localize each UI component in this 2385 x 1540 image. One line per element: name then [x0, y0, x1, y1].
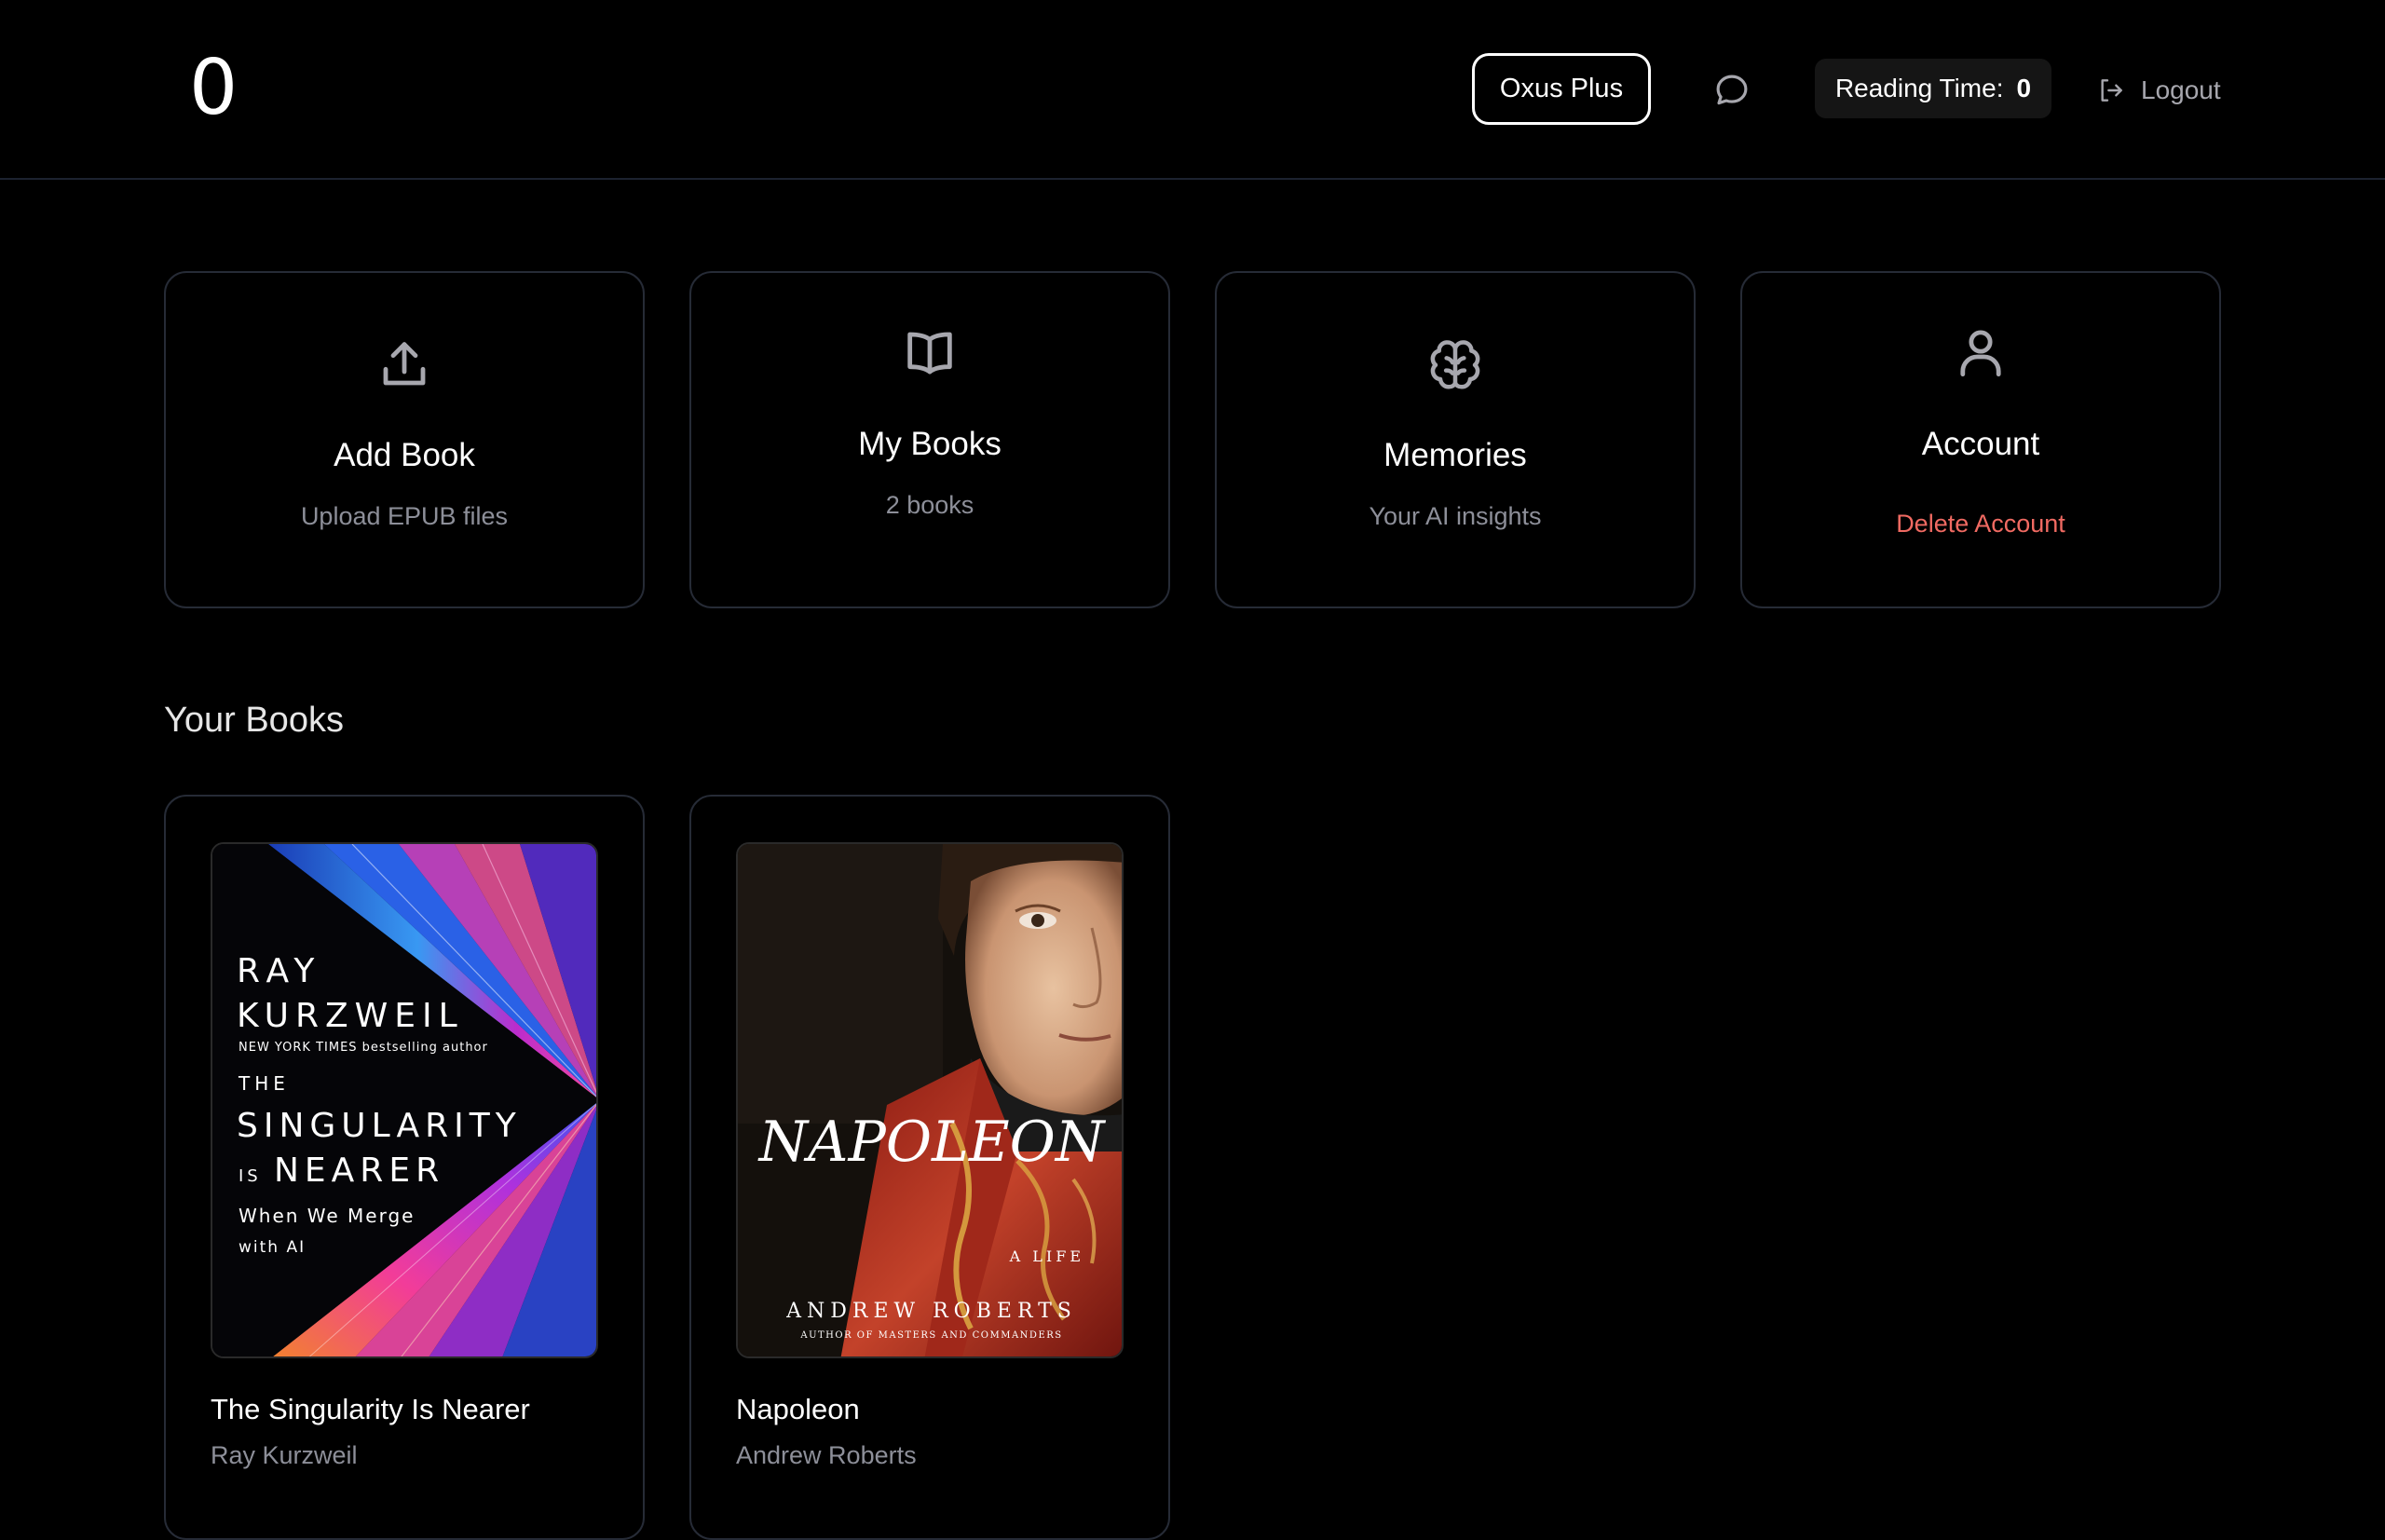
your-books-heading: Your Books — [164, 701, 344, 740]
book-cover-singularity[interactable]: RAY KURZWEIL NEW YORK TIMES bestselling … — [211, 842, 598, 1358]
add-book-subtitle: Upload EPUB files — [300, 502, 509, 530]
book-card-singularity[interactable]: RAY KURZWEIL NEW YORK TIMES bestselling … — [164, 795, 645, 1540]
my-books-subtitle: 2 books — [885, 491, 974, 519]
cover-tagline: NEW YORK TIMES bestselling author — [238, 1041, 488, 1055]
cover-napoleon-title: NAPOLEON — [757, 1110, 1107, 1175]
book-title[interactable]: The Singularity Is Nearer — [211, 1393, 530, 1426]
cover-author-line1: RAY — [237, 952, 321, 990]
cover-the: THE — [238, 1072, 290, 1095]
memories-title: Memories — [1383, 437, 1527, 473]
account-card[interactable]: Account Delete Account — [1740, 271, 2221, 608]
brain-icon — [1430, 340, 1480, 389]
cover-title2: NEARER — [274, 1152, 444, 1190]
logout-icon — [2101, 79, 2122, 102]
cover-napoleon-sub: A LIFE — [1009, 1247, 1084, 1265]
reading-time-label: Reading Time: — [1834, 74, 2004, 102]
logout-button[interactable]: Logout — [2096, 71, 2221, 110]
cover-is: IS — [238, 1166, 262, 1186]
logout-label: Logout — [2141, 75, 2221, 104]
cover-title1: SINGULARITY — [237, 1107, 522, 1145]
top-bar: 0 Oxus Plus Reading Time: 0 Logout — [0, 0, 2385, 180]
cover-napoleon-tagline: AUTHOR OF MASTERS AND COMMANDERS — [799, 1330, 1062, 1341]
memories-card[interactable]: Memories Your AI insights — [1215, 271, 1696, 608]
cover-author-line2: KURZWEIL — [237, 997, 464, 1035]
reading-time-value: 0 — [2016, 74, 2032, 102]
oxus-plus-button[interactable]: Oxus Plus — [1472, 53, 1651, 125]
cover-sub2: with AI — [238, 1238, 306, 1257]
add-book-title: Add Book — [334, 437, 475, 473]
cover-napoleon-author: ANDREW ROBERTS — [785, 1300, 1077, 1323]
book-card-napoleon[interactable]: NAPOLEON A LIFE ANDREW ROBERTS AUTHOR OF… — [689, 795, 1170, 1540]
book-cover-napoleon[interactable]: NAPOLEON A LIFE ANDREW ROBERTS AUTHOR OF… — [736, 842, 1124, 1358]
app-logo[interactable]: 0 — [189, 50, 238, 127]
upload-icon — [383, 342, 426, 386]
book-open-icon — [907, 332, 952, 375]
delete-account-link[interactable]: Delete Account — [1742, 510, 2219, 538]
cover-sub1: When We Merge — [238, 1205, 416, 1227]
my-books-card[interactable]: My Books 2 books — [689, 271, 1170, 608]
my-books-title: My Books — [858, 426, 1002, 462]
chat-icon[interactable] — [1712, 71, 1751, 110]
add-book-card[interactable]: Add Book Upload EPUB files — [164, 271, 645, 608]
book-author: Ray Kurzweil — [211, 1441, 358, 1469]
memories-subtitle: Your AI insights — [1369, 502, 1542, 530]
book-author: Andrew Roberts — [736, 1441, 917, 1469]
account-title: Account — [1921, 426, 2040, 462]
reading-time-badge: Reading Time: 0 — [1815, 59, 2051, 118]
user-icon — [1960, 330, 2001, 377]
book-title[interactable]: Napoleon — [736, 1393, 860, 1426]
